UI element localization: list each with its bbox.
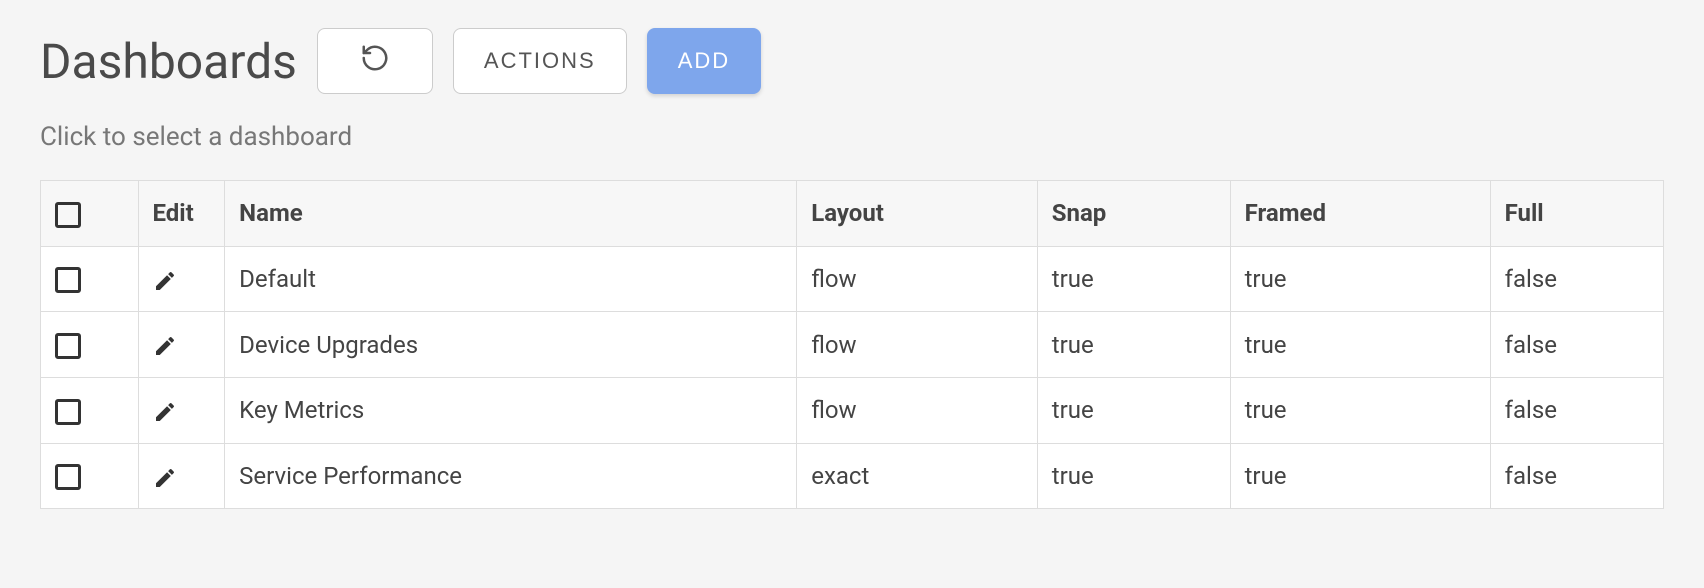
row-edit-cell [138, 443, 225, 509]
cell-full: false [1490, 246, 1663, 312]
table-row[interactable]: Defaultflowtruetruefalse [41, 246, 1664, 312]
cell-snap: true [1037, 443, 1230, 509]
cell-full: false [1490, 443, 1663, 509]
row-edit-cell [138, 377, 225, 443]
row-select-cell [41, 443, 139, 509]
column-header-snap: Snap [1037, 181, 1230, 247]
add-button[interactable]: Add [647, 28, 761, 94]
actions-button[interactable]: Actions [453, 28, 627, 94]
dashboards-table: Edit Name Layout Snap Framed Full Defaul… [40, 180, 1664, 509]
cell-framed: true [1230, 377, 1490, 443]
cell-name: Default [225, 246, 797, 312]
cell-full: false [1490, 312, 1663, 378]
cell-name: Service Performance [225, 443, 797, 509]
table-row[interactable]: Key Metricsflowtruetruefalse [41, 377, 1664, 443]
pencil-icon[interactable] [153, 462, 177, 490]
row-checkbox[interactable] [55, 267, 81, 293]
column-header-name: Name [225, 181, 797, 247]
column-header-edit: Edit [138, 181, 225, 247]
cell-snap: true [1037, 246, 1230, 312]
actions-button-label: Actions [484, 48, 596, 74]
row-select-cell [41, 377, 139, 443]
column-header-select [41, 181, 139, 247]
cell-snap: true [1037, 377, 1230, 443]
column-header-full: Full [1490, 181, 1663, 247]
cell-name: Key Metrics [225, 377, 797, 443]
table-row[interactable]: Device Upgradesflowtruetruefalse [41, 312, 1664, 378]
page-header: Dashboards Actions Add [40, 28, 1664, 94]
cell-snap: true [1037, 312, 1230, 378]
cell-framed: true [1230, 312, 1490, 378]
select-all-checkbox[interactable] [55, 202, 81, 228]
page-subtitle: Click to select a dashboard [40, 122, 1664, 152]
cell-framed: true [1230, 443, 1490, 509]
cell-full: false [1490, 377, 1663, 443]
table-row[interactable]: Service Performanceexacttruetruefalse [41, 443, 1664, 509]
row-select-cell [41, 246, 139, 312]
pencil-icon[interactable] [153, 331, 177, 359]
add-button-label: Add [678, 48, 730, 74]
table-header-row: Edit Name Layout Snap Framed Full [41, 181, 1664, 247]
column-header-layout: Layout [797, 181, 1038, 247]
page-title: Dashboards [40, 33, 297, 90]
refresh-button[interactable] [317, 28, 433, 94]
row-edit-cell [138, 246, 225, 312]
column-header-framed: Framed [1230, 181, 1490, 247]
row-edit-cell [138, 312, 225, 378]
cell-layout: flow [797, 312, 1038, 378]
cell-layout: flow [797, 246, 1038, 312]
row-checkbox[interactable] [55, 333, 81, 359]
cell-framed: true [1230, 246, 1490, 312]
row-checkbox[interactable] [55, 399, 81, 425]
refresh-icon [360, 43, 390, 79]
cell-layout: exact [797, 443, 1038, 509]
pencil-icon[interactable] [153, 265, 177, 293]
cell-name: Device Upgrades [225, 312, 797, 378]
row-checkbox[interactable] [55, 464, 81, 490]
cell-layout: flow [797, 377, 1038, 443]
row-select-cell [41, 312, 139, 378]
pencil-icon[interactable] [153, 396, 177, 424]
